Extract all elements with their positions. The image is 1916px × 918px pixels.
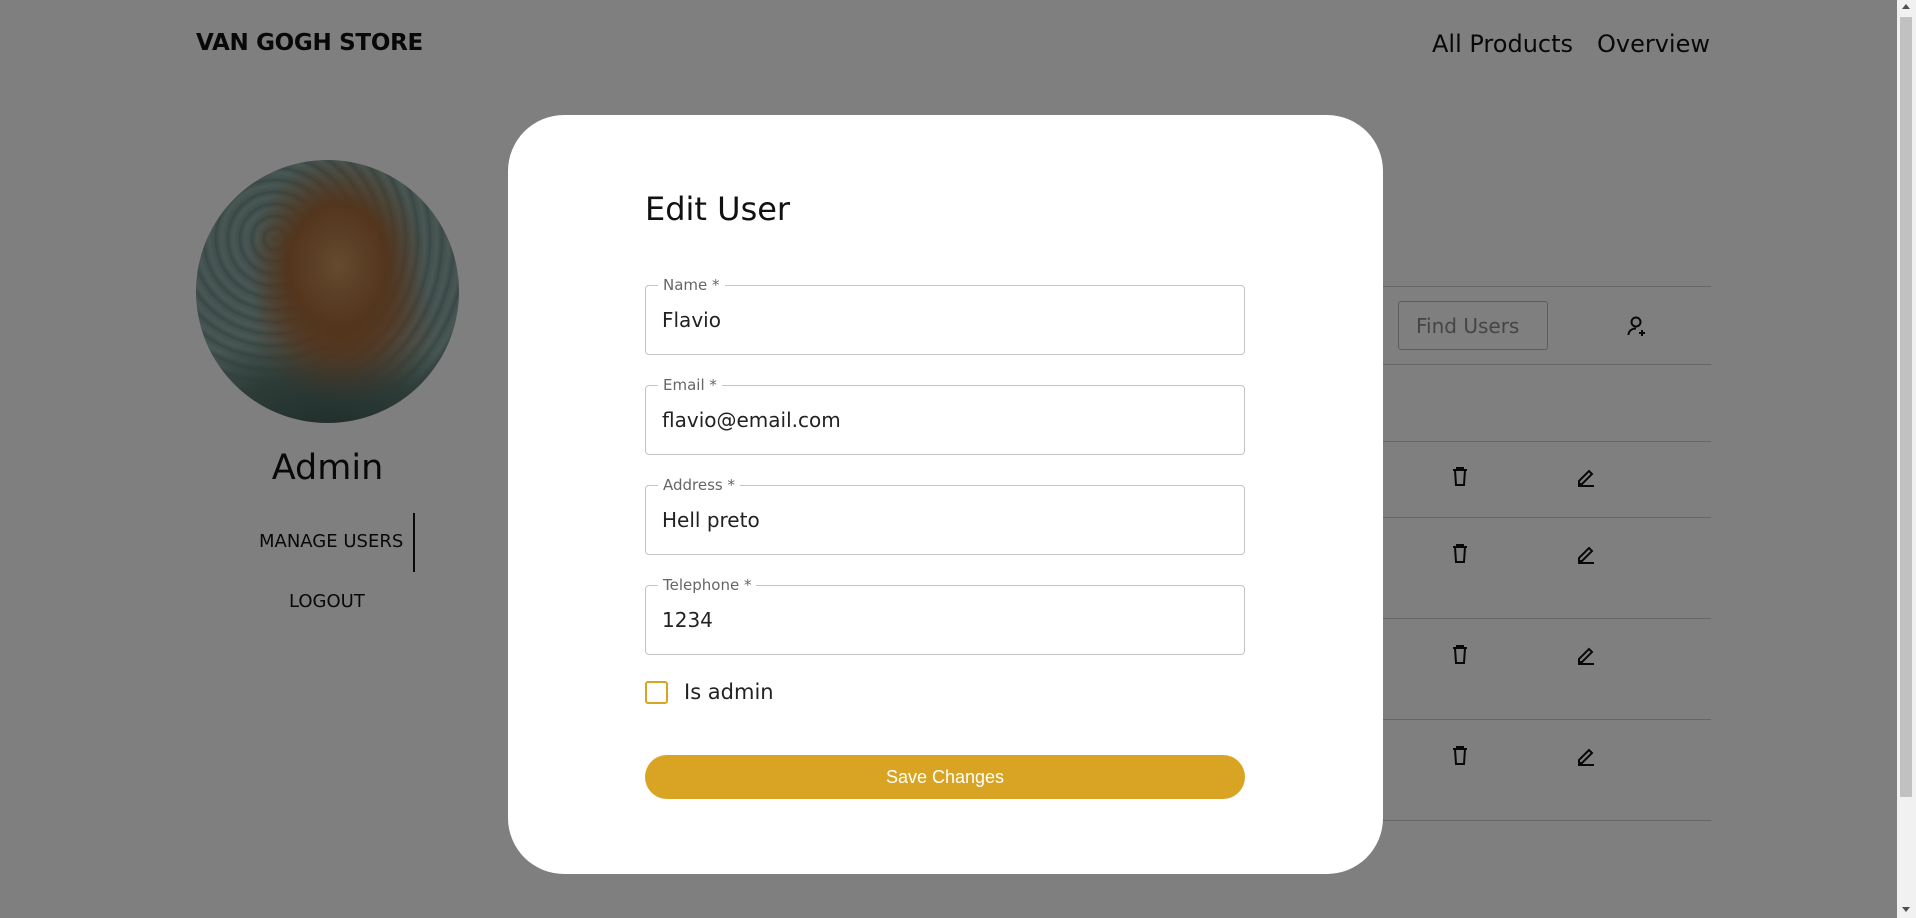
telephone-label: Telephone * [658, 576, 757, 594]
email-label: Email * [658, 376, 722, 394]
telephone-input[interactable] [646, 586, 1244, 654]
save-changes-button[interactable]: Save Changes [645, 755, 1245, 799]
scroll-down-icon[interactable] [1902, 907, 1910, 912]
email-input[interactable] [646, 386, 1244, 454]
scroll-up-icon[interactable] [1902, 4, 1910, 9]
scrollbar-thumb[interactable] [1900, 17, 1912, 797]
address-field: Address * [645, 476, 1245, 555]
address-input[interactable] [646, 486, 1244, 554]
name-label: Name * [658, 276, 725, 294]
name-input[interactable] [646, 286, 1244, 354]
name-field: Name * [645, 276, 1245, 355]
is-admin-label[interactable]: Is admin [684, 680, 774, 704]
email-field: Email * [645, 376, 1245, 455]
is-admin-checkbox[interactable] [645, 681, 668, 704]
page: VAN GOGH STORE All Products Overview Adm… [0, 0, 1916, 918]
telephone-field: Telephone * [645, 576, 1245, 655]
edit-user-modal: Edit User Name * Email * Address * Telep… [508, 115, 1383, 874]
modal-title: Edit User [645, 190, 791, 228]
address-label: Address * [658, 476, 741, 494]
